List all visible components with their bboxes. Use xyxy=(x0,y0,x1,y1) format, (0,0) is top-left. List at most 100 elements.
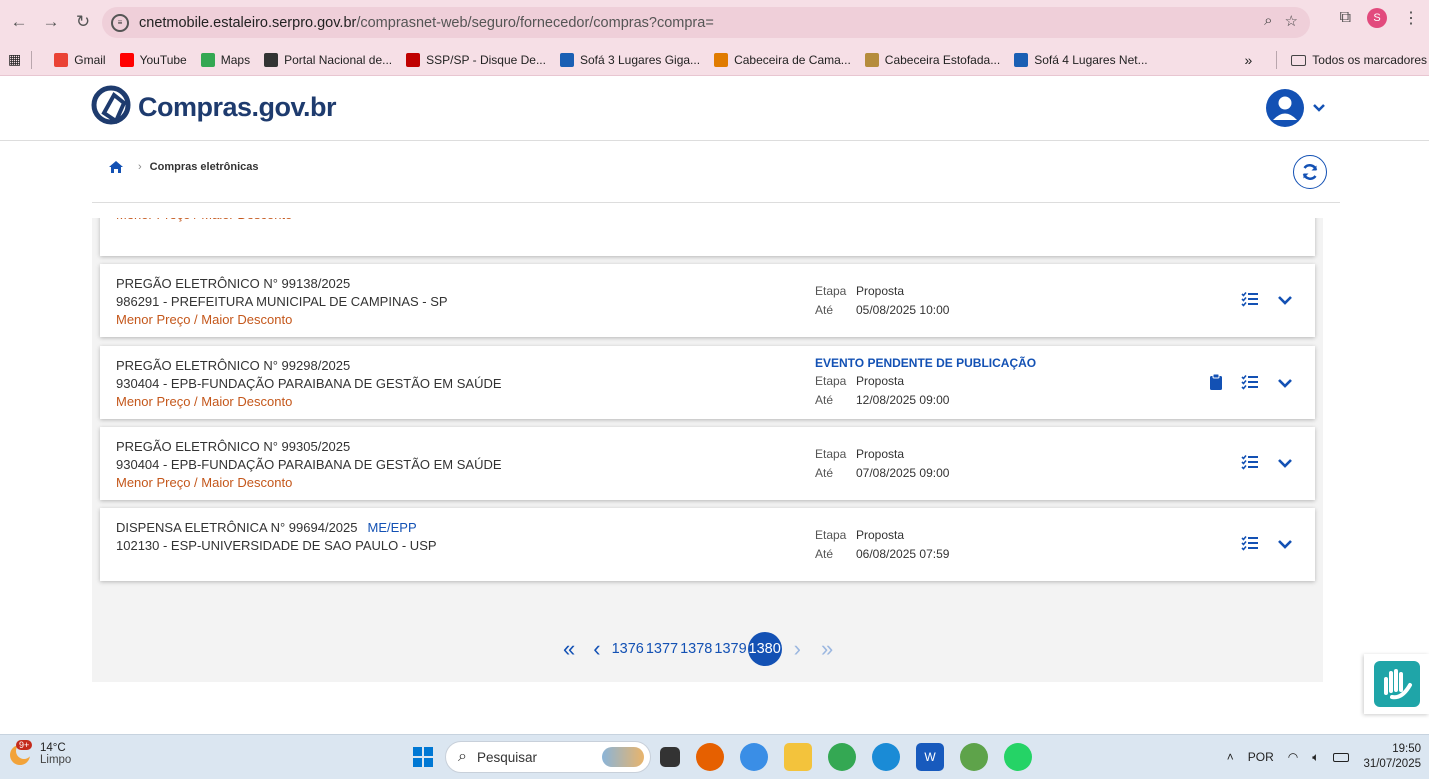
prev-page-button[interactable]: ‹ xyxy=(593,636,600,662)
clock[interactable]: 19:50 31/07/2025 xyxy=(1363,742,1421,772)
chevron-right-icon: › xyxy=(138,161,142,173)
etapa: Etapa Proposta xyxy=(815,447,905,461)
profile-avatar[interactable]: S xyxy=(1367,8,1387,28)
prazo: Até 06/08/2025 07:59 xyxy=(815,547,950,561)
compra-title: PREGÃO ELETRÔNICO N° 99305/2025 xyxy=(116,439,351,454)
bookmark-item[interactable]: Maps xyxy=(200,52,250,67)
page-link[interactable]: 1376 xyxy=(612,641,644,657)
battery-icon[interactable] xyxy=(1333,752,1350,762)
address-bar[interactable]: ≡ cnetmobile.estaleiro.serpro.gov.br/com… xyxy=(102,7,1310,38)
page-link[interactable]: 1379 xyxy=(714,641,746,657)
checklist-icon[interactable] xyxy=(1241,454,1259,475)
apps-icon[interactable]: ▦ xyxy=(8,51,21,68)
first-page-button[interactable]: « xyxy=(563,636,575,662)
last-page-button[interactable]: » xyxy=(821,636,833,662)
language-indicator[interactable]: POR xyxy=(1248,750,1274,764)
compra-card[interactable]: DISPENSA ELETRÔNICA N° 99694/2025 ME/EPP 1… xyxy=(100,508,1315,581)
bookmark-item[interactable]: Cabeceira de Cama... xyxy=(714,52,851,67)
prazo: Até 05/08/2025 10:00 xyxy=(815,303,950,317)
clock-date: 31/07/2025 xyxy=(1363,758,1421,770)
weather-widget[interactable]: 9+ 14°C Limpo xyxy=(8,740,71,766)
criterio: Menor Preço / Maior Desconto xyxy=(116,312,293,327)
bookmark-star-icon[interactable]: ☆ xyxy=(1285,12,1298,30)
bookmark-label: YouTube xyxy=(139,52,187,67)
bookmark-item[interactable]: Cabeceira Estofada... xyxy=(864,52,1001,67)
prazo: Até 07/08/2025 09:00 xyxy=(815,466,950,480)
refresh-icon xyxy=(1302,164,1318,180)
url-text[interactable]: cnetmobile.estaleiro.serpro.gov.br/compr… xyxy=(139,15,714,31)
chevron-up-icon[interactable]: ˄ xyxy=(1227,750,1234,764)
bookmark-label: Cabeceira de Cama... xyxy=(734,52,851,67)
bookmark-label: Cabeceira Estofada... xyxy=(884,52,1001,67)
logo-text: Compras.gov.br xyxy=(138,91,337,122)
chevron-down-icon[interactable] xyxy=(1277,375,1293,393)
copilot-icon[interactable] xyxy=(740,743,768,771)
page-link[interactable]: 1378 xyxy=(680,641,712,657)
system-tray: ˄ POR ◠ 🔈︎ 19:50 31/07/2025 xyxy=(1227,742,1421,772)
weather-badge: 9+ xyxy=(16,740,33,750)
refresh-button[interactable] xyxy=(1293,155,1327,189)
menu-icon[interactable]: ⋮ xyxy=(1403,8,1419,28)
bookmarks-bar: ▦ Gmail YouTube Maps Portal Nacional de... S… xyxy=(0,44,1429,76)
compra-title: DISPENSA ELETRÔNICA N° 99694/2025 ME/EPP xyxy=(116,520,417,535)
page-link[interactable]: 1377 xyxy=(646,641,678,657)
chevron-down-icon[interactable] xyxy=(1277,292,1293,310)
bookmark-label: Gmail xyxy=(74,52,106,67)
compra-title: PREGÃO ELETRÔNICO N° 99138/2025 xyxy=(116,276,351,291)
bookmark-item[interactable]: SSP/SP - Disque De... xyxy=(406,52,546,67)
clipboard-icon[interactable] xyxy=(1209,373,1223,396)
bookmark-item[interactable]: YouTube xyxy=(119,52,187,67)
bookmark-item[interactable]: Gmail xyxy=(54,52,106,67)
edge-icon[interactable] xyxy=(872,743,900,771)
taskbar-search[interactable]: ⌕ Pesquisar xyxy=(445,741,651,773)
divider xyxy=(92,202,1340,203)
file-explorer-icon[interactable] xyxy=(784,743,812,771)
compras-list: 80013 - JUSTIÇA DO TRABALHOMenor Preço /… xyxy=(92,218,1323,682)
search-icon: ⌕ xyxy=(458,748,467,765)
forward-button[interactable]: → xyxy=(38,9,64,35)
bookmark-favicon-icon xyxy=(54,52,69,67)
home-icon[interactable] xyxy=(108,160,124,174)
volume-icon[interactable]: 🔈︎ xyxy=(1312,750,1319,765)
more-bookmarks-button[interactable]: » xyxy=(1244,52,1252,68)
bookmark-item[interactable]: Sofá 3 Lugares Giga... xyxy=(559,52,700,67)
bookmark-item[interactable]: Portal Nacional de... xyxy=(264,52,392,67)
bookmark-label: SSP/SP - Disque De... xyxy=(426,52,546,67)
site-info-icon[interactable]: ≡ xyxy=(111,13,129,32)
user-menu[interactable] xyxy=(1266,89,1326,127)
accessibility-widget[interactable] xyxy=(1364,654,1429,714)
back-button[interactable]: ← xyxy=(6,9,32,35)
zoom-icon[interactable]: ⌕ xyxy=(1264,12,1272,30)
reload-button[interactable]: ↻ xyxy=(70,9,96,35)
checklist-icon[interactable] xyxy=(1241,291,1259,312)
next-page-button[interactable]: › xyxy=(794,636,801,662)
whatsapp-icon[interactable] xyxy=(1004,743,1032,771)
criterio: Menor Preço / Maior Desconto xyxy=(116,394,293,409)
compra-card[interactable]: 80013 - JUSTIÇA DO TRABALHOMenor Preço /… xyxy=(100,218,1315,256)
globe-app-icon[interactable] xyxy=(960,743,988,771)
current-page[interactable]: 1380 xyxy=(747,632,782,666)
windows-start-icon[interactable] xyxy=(409,743,437,771)
site-logo[interactable]: Compras.gov.br xyxy=(90,83,337,131)
etapa: Etapa Proposta xyxy=(815,374,905,388)
firefox-icon[interactable] xyxy=(696,743,724,771)
folder-icon xyxy=(1291,54,1307,66)
wifi-icon[interactable]: ◠ xyxy=(1288,750,1298,764)
compra-card[interactable]: PREGÃO ELETRÔNICO N° 99305/2025 930404 - … xyxy=(100,427,1315,500)
extensions-icon[interactable]: ⧉ xyxy=(1340,9,1351,27)
chevron-down-icon[interactable] xyxy=(1277,455,1293,473)
word-icon[interactable]: W xyxy=(916,743,944,771)
compra-card[interactable]: PREGÃO ELETRÔNICO N° 99138/2025 986291 - … xyxy=(100,264,1315,337)
chevron-down-icon[interactable] xyxy=(1277,536,1293,554)
task-view-icon[interactable] xyxy=(660,747,680,767)
checklist-icon[interactable] xyxy=(1241,374,1259,395)
chevron-down-icon xyxy=(1313,104,1325,112)
chrome-icon[interactable] xyxy=(828,743,856,771)
orgao: 986291 - PREFEITURA MUNICIPAL DE CAMPINA… xyxy=(116,294,448,309)
bookmark-favicon-icon xyxy=(1014,52,1029,67)
compra-card[interactable]: PREGÃO ELETRÔNICO N° 99298/2025 930404 - … xyxy=(100,346,1315,419)
bookmark-item[interactable]: Sofá 4 Lugares Net... xyxy=(1014,52,1148,67)
temperature: 14°C xyxy=(40,742,66,754)
all-bookmarks-button[interactable]: Todos os marcadores xyxy=(1291,53,1427,67)
checklist-icon[interactable] xyxy=(1241,535,1259,556)
